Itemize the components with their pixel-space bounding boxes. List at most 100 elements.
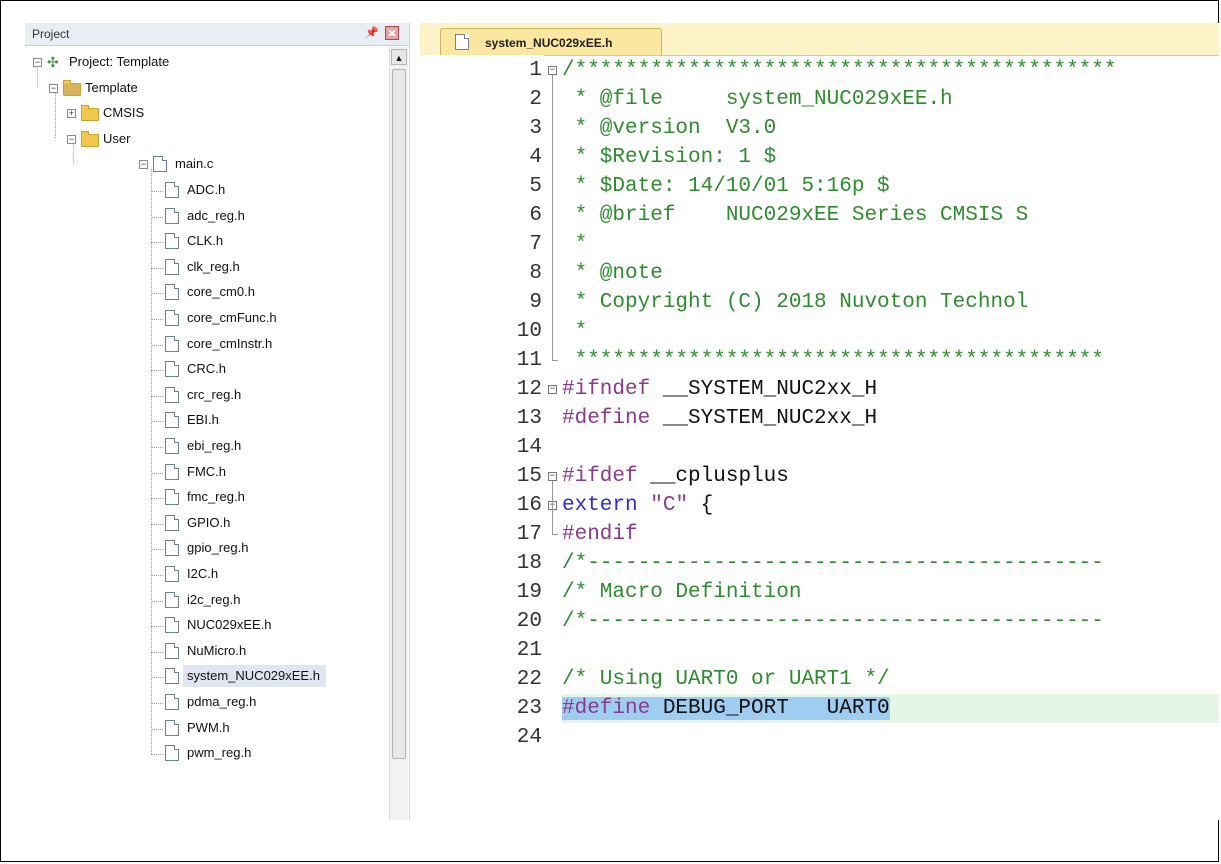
vertical-scrollbar[interactable]: ▲: [389, 47, 408, 820]
tree-item-system-nuc029xee-h[interactable]: system_NUC029xEE.h: [25, 665, 385, 688]
tree-item-gpio-reg-h[interactable]: gpio_reg.h: [25, 537, 385, 559]
tree-item-template[interactable]: − Template: [25, 77, 385, 99]
line-number: 6: [529, 204, 542, 227]
file-icon: [165, 361, 179, 378]
code-line[interactable]: /***************************************…: [562, 56, 1117, 85]
code-line[interactable]: extern "C" {: [562, 491, 713, 520]
fold-guide-line: [552, 75, 553, 360]
tree-item-main-c[interactable]: − main.c: [25, 153, 385, 175]
code-line[interactable]: * @brief NUC029xEE Series CMSIS S: [562, 201, 1029, 230]
fold-collapse-icon[interactable]: −: [548, 385, 557, 394]
tree-item-project-template[interactable]: − ✣ Project: Template: [25, 51, 385, 73]
tree-guide-line: [151, 754, 163, 756]
code-line[interactable]: /* Macro Definition: [562, 578, 801, 607]
code-line[interactable]: * @version V3.0: [562, 114, 777, 143]
code-line[interactable]: #endif: [562, 520, 638, 549]
tree-item-gpio-h[interactable]: GPIO.h: [25, 512, 385, 534]
code-line[interactable]: #define __SYSTEM_NUC2xx_H: [562, 404, 877, 433]
line-number: 10: [516, 320, 542, 343]
tree-item-label: I2C.h: [187, 566, 219, 581]
project-panel: Project 📌 − ✣ Project: Template − Template + C…: [25, 23, 410, 820]
tab-system-nuc029xee-h[interactable]: system_NUC029xEE.h: [440, 28, 662, 55]
tree-item-adc-reg-h[interactable]: adc_reg.h: [25, 205, 385, 227]
close-icon[interactable]: [385, 26, 399, 40]
code-line[interactable]: * $Revision: 1 $: [562, 143, 777, 172]
code-area[interactable]: − − − −1/**********************************…: [420, 55, 1219, 820]
tree-item-i2c-h[interactable]: I2C.h: [25, 563, 385, 585]
tree-item-label: system_NUC029xEE.h: [183, 665, 326, 688]
tree-guide-line: [151, 575, 163, 576]
pin-icon[interactable]: 📌: [365, 26, 379, 40]
line-number: 23: [516, 697, 542, 720]
code-line[interactable]: * $Date: 14/10/01 5:16p $: [562, 172, 890, 201]
tree-item-pdma-reg-h[interactable]: pdma_reg.h: [25, 691, 385, 713]
project-tree: − ✣ Project: Template − Template + CMSIS − User −…: [25, 47, 387, 820]
tree-item-ebi-reg-h[interactable]: ebi_reg.h: [25, 435, 385, 457]
file-icon: [165, 258, 179, 275]
file-icon: [165, 335, 179, 352]
project-panel-title: Project: [32, 27, 70, 41]
collapse-minus-icon[interactable]: −: [49, 83, 58, 93]
tree-item-i2c-reg-h[interactable]: i2c_reg.h: [25, 589, 385, 611]
tree-item-pwm-reg-h[interactable]: pwm_reg.h: [25, 742, 385, 764]
code-line[interactable]: /* Using UART0 or UART1 */: [562, 665, 890, 694]
tree-guide-line: [151, 447, 163, 448]
tree-item-ebi-h[interactable]: EBI.h: [25, 409, 385, 431]
tree-item-fmc-h[interactable]: FMC.h: [25, 461, 385, 483]
collapse-minus-icon[interactable]: −: [33, 58, 42, 67]
tree-item-pwm-h[interactable]: PWM.h: [25, 717, 385, 739]
collapse-minus-icon[interactable]: −: [67, 134, 76, 144]
tree-item-adc-h[interactable]: ADC.h: [25, 179, 385, 201]
scroll-up-arrow-icon[interactable]: ▲: [391, 49, 407, 65]
tree-item-label: GPIO.h: [187, 514, 231, 530]
tree-item-core-cminstr-h[interactable]: core_cmInstr.h: [25, 333, 385, 355]
code-line[interactable]: ****************************************…: [562, 346, 1104, 375]
code-line[interactable]: * Copyright (C) 2018 Nuvoton Technol: [562, 288, 1029, 317]
file-icon: [165, 694, 179, 710]
expand-plus-icon[interactable]: +: [67, 109, 76, 119]
tree-guide-line: [151, 319, 163, 320]
collapse-minus-icon[interactable]: −: [139, 160, 148, 170]
tree-guide-line: [151, 293, 163, 295]
fold-guide-end: [552, 534, 558, 535]
tree-item-cmsis[interactable]: + CMSIS: [25, 102, 385, 124]
line-number: 14: [516, 436, 542, 459]
tree-item-core-cm0-h[interactable]: core_cm0.h: [25, 281, 385, 303]
tree-item-nuc029xee-h[interactable]: NUC029xEE.h: [25, 614, 385, 636]
tree-item-label: FMC.h: [187, 463, 226, 479]
line-number: 8: [529, 262, 542, 285]
tree-guide-line: [151, 600, 163, 602]
tree-item-core-cmfunc-h[interactable]: core_cmFunc.h: [25, 307, 385, 329]
tree-item-crc-h[interactable]: CRC.h: [25, 358, 385, 380]
file-icon: [455, 34, 469, 50]
code-line[interactable]: *: [562, 230, 588, 259]
fold-collapse-icon[interactable]: −: [548, 66, 557, 75]
line-number: 1: [529, 59, 542, 82]
code-line[interactable]: *: [562, 317, 588, 346]
tree-item-crc-reg-h[interactable]: crc_reg.h: [25, 384, 385, 406]
tree-item-fmc-reg-h[interactable]: fmc_reg.h: [25, 486, 385, 508]
code-line[interactable]: #ifndef __SYSTEM_NUC2xx_H: [562, 375, 877, 404]
file-icon: [165, 642, 179, 659]
line-number: 22: [516, 668, 542, 691]
tree-item-label: CRC.h: [187, 361, 227, 377]
tree-item-clk-reg-h[interactable]: clk_reg.h: [25, 256, 385, 278]
tree-item-numicro-h[interactable]: NuMicro.h: [25, 640, 385, 662]
file-icon: [165, 438, 179, 454]
fold-collapse-icon[interactable]: −: [548, 472, 557, 481]
code-line[interactable]: #ifdef __cplusplus: [562, 462, 789, 491]
file-icon: [153, 156, 167, 173]
code-line[interactable]: * @note: [562, 259, 663, 288]
tree-item-user[interactable]: − User: [25, 128, 385, 150]
line-number: 13: [516, 407, 542, 430]
tree-item-clk-h[interactable]: CLK.h: [25, 230, 385, 252]
code-line[interactable]: /*--------------------------------------…: [562, 549, 1104, 578]
tree-item-label: PWM.h: [187, 719, 230, 735]
tree-item-label: CLK.h: [187, 233, 224, 249]
code-line[interactable]: #define DEBUG_PORT UART0: [562, 694, 890, 723]
code-line[interactable]: /*--------------------------------------…: [562, 607, 1104, 636]
code-line[interactable]: * @file system_NUC029xEE.h: [562, 85, 953, 114]
tree-item-label: ebi_reg.h: [187, 438, 242, 453]
file-icon: [165, 463, 179, 480]
scroll-thumb[interactable]: [392, 69, 406, 759]
